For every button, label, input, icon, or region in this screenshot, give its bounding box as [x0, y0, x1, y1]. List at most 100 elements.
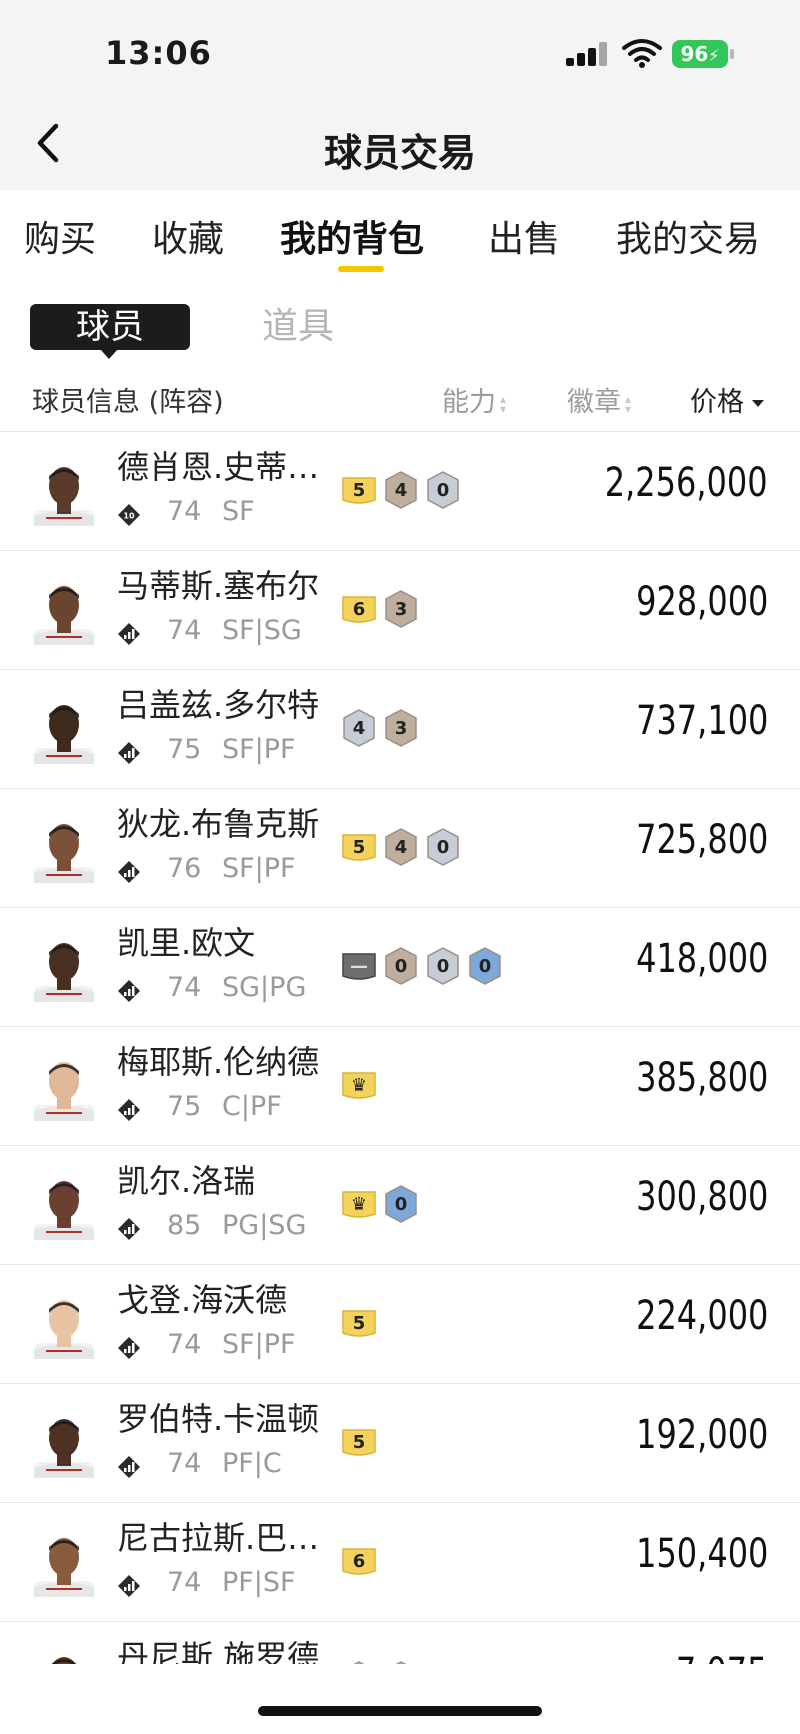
- badge-gold: 5: [340, 1422, 378, 1462]
- player-row[interactable]: 狄龙.布鲁克斯 76 SF|PF 5 4 0 725,800: [0, 789, 800, 908]
- player-row[interactable]: 凯尔.洛瑞 85 PG|SG ♛ 0 300,800: [0, 1146, 800, 1265]
- svg-text:3: 3: [395, 718, 408, 739]
- sort-badge[interactable]: 徽章 ▴ ▾: [567, 380, 631, 419]
- tab-buy[interactable]: 购买: [24, 210, 96, 262]
- header-player-info: 球员信息 (阵容): [32, 387, 224, 418]
- player-name: 德肖恩.史蒂…: [117, 448, 320, 486]
- player-avatar: [30, 698, 98, 764]
- player-row[interactable]: 尼古拉斯.巴… 74 PF|SF 6 150,400: [0, 1503, 800, 1622]
- player-row[interactable]: 吕盖兹.多尔特 75 SF|PF 4 3 737,100: [0, 670, 800, 789]
- player-positions: SG|PG: [222, 972, 307, 1003]
- player-name: 凯尔.洛瑞: [117, 1162, 256, 1200]
- player-avatar: [30, 817, 98, 883]
- tab-favorites[interactable]: 收藏: [152, 210, 224, 262]
- cellular-signal-icon: [566, 42, 608, 66]
- badge-bronze: 0: [382, 946, 420, 986]
- player-price: 928,000: [635, 579, 768, 625]
- tab-sell[interactable]: 出售: [488, 210, 560, 262]
- signal-rank-icon: [118, 1575, 140, 1597]
- player-row[interactable]: 梅耶斯.伦纳德 75 C|PF ♛ 385,800: [0, 1027, 800, 1146]
- player-positions: PG|SG: [222, 1210, 307, 1241]
- player-name: 丹尼斯.施罗德: [117, 1638, 320, 1664]
- player-price: 192,000: [635, 1412, 768, 1458]
- player-price: 300,800: [635, 1174, 768, 1220]
- player-price: 150,400: [635, 1531, 768, 1577]
- signal-rank-icon: [118, 980, 140, 1002]
- status-time: 13:06: [105, 34, 212, 72]
- player-row[interactable]: 戈登.海沃德 74 SF|PF 5 224,000: [0, 1265, 800, 1384]
- player-avatar: [30, 1650, 98, 1664]
- player-row[interactable]: 罗伯特.卡温顿 74 PF|C 5 192,000: [0, 1384, 800, 1503]
- player-rating: 74: [167, 972, 202, 1003]
- nav-bar: 球员交易: [0, 100, 800, 190]
- sort-ability-label: 能力: [442, 387, 496, 418]
- player-rating: 74: [167, 1567, 202, 1598]
- player-avatar: [30, 1055, 98, 1121]
- player-price: 725,800: [635, 817, 768, 863]
- tab-my-trades[interactable]: 我的交易: [616, 210, 760, 262]
- svg-text:4: 4: [395, 837, 408, 858]
- player-avatar: [30, 1412, 98, 1478]
- player-name: 尼古拉斯.巴…: [117, 1519, 320, 1557]
- player-row[interactable]: 德肖恩.史蒂… 10 74 SF 5 4 0 2,256,000: [0, 432, 800, 551]
- category-segment: 球员 道具: [0, 296, 800, 359]
- page-title: 球员交易: [323, 131, 476, 175]
- signal-rank-icon: [118, 1218, 140, 1240]
- badge-gold: ♛: [340, 1184, 378, 1224]
- player-avatar: [30, 1531, 98, 1597]
- player-avatar: [30, 579, 98, 645]
- player-avatar: [30, 1174, 98, 1240]
- badge-bronze: [382, 1660, 420, 1664]
- sort-price-label: 价格: [690, 387, 744, 418]
- svg-text:0: 0: [437, 956, 450, 977]
- player-price: 418,000: [635, 936, 768, 982]
- svg-text:5: 5: [353, 480, 366, 501]
- player-row[interactable]: 凯里.欧文 74 SG|PG — 0 0 0 418,000: [0, 908, 800, 1027]
- player-avatar: [30, 460, 98, 526]
- wifi-icon: [622, 39, 662, 68]
- svg-text:5: 5: [353, 837, 366, 858]
- svg-text:—: —: [350, 956, 368, 977]
- player-row[interactable]: 马蒂斯.塞布尔 74 SF|SG 6 3 928,000: [0, 551, 800, 670]
- svg-text:0: 0: [395, 1194, 408, 1215]
- svg-text:0: 0: [437, 837, 450, 858]
- main-tabs: 购买 收藏 我的背包 出售 我的交易: [0, 190, 800, 280]
- home-indicator: [258, 1706, 542, 1716]
- sort-arrows-icon: ▴ ▾: [625, 391, 632, 416]
- badge-silver: 0: [424, 946, 462, 986]
- tab-my-backpack[interactable]: 我的背包: [280, 210, 424, 262]
- badge-blue: 0: [466, 946, 504, 986]
- player-positions: SF|SG: [222, 615, 302, 646]
- badge-bronze: 4: [382, 827, 420, 867]
- player-price: 737,100: [635, 698, 768, 744]
- segment-items[interactable]: 道具: [262, 304, 334, 350]
- sort-ability[interactable]: 能力 ▴ ▾: [442, 380, 506, 419]
- badge-bronze: 4: [382, 470, 420, 510]
- player-name: 马蒂斯.塞布尔: [117, 567, 320, 605]
- badge-silver: 4: [340, 708, 378, 748]
- player-rating: 74: [167, 496, 202, 527]
- signal-rank-icon: [118, 1337, 140, 1359]
- svg-text:4: 4: [353, 718, 366, 739]
- badge-dark: —: [340, 946, 378, 986]
- signal-rank-icon: [118, 1456, 140, 1478]
- signal-rank-icon: [118, 1099, 140, 1121]
- svg-text:♛: ♛: [351, 1075, 367, 1096]
- rank-10-icon: 10: [118, 504, 140, 526]
- caret-down-icon: [752, 400, 764, 407]
- sort-price[interactable]: 价格: [690, 380, 764, 419]
- player-row[interactable]: 丹尼斯.施罗德 7,075: [0, 1622, 800, 1664]
- player-name: 梅耶斯.伦纳德: [117, 1043, 320, 1081]
- battery-icon: 96⚡: [672, 40, 734, 68]
- player-price: 385,800: [635, 1055, 768, 1101]
- svg-text:5: 5: [353, 1432, 366, 1453]
- player-positions: PF|SF: [222, 1567, 296, 1598]
- badge-bronze: 3: [382, 708, 420, 748]
- svg-text:3: 3: [395, 599, 408, 620]
- player-positions: C|PF: [222, 1091, 282, 1122]
- player-rating: 75: [167, 734, 202, 765]
- segment-players[interactable]: 球员: [30, 304, 190, 359]
- badge-bronze: 3: [382, 589, 420, 629]
- sort-arrows-icon: ▴ ▾: [500, 391, 507, 416]
- badge-blue: 0: [382, 1184, 420, 1224]
